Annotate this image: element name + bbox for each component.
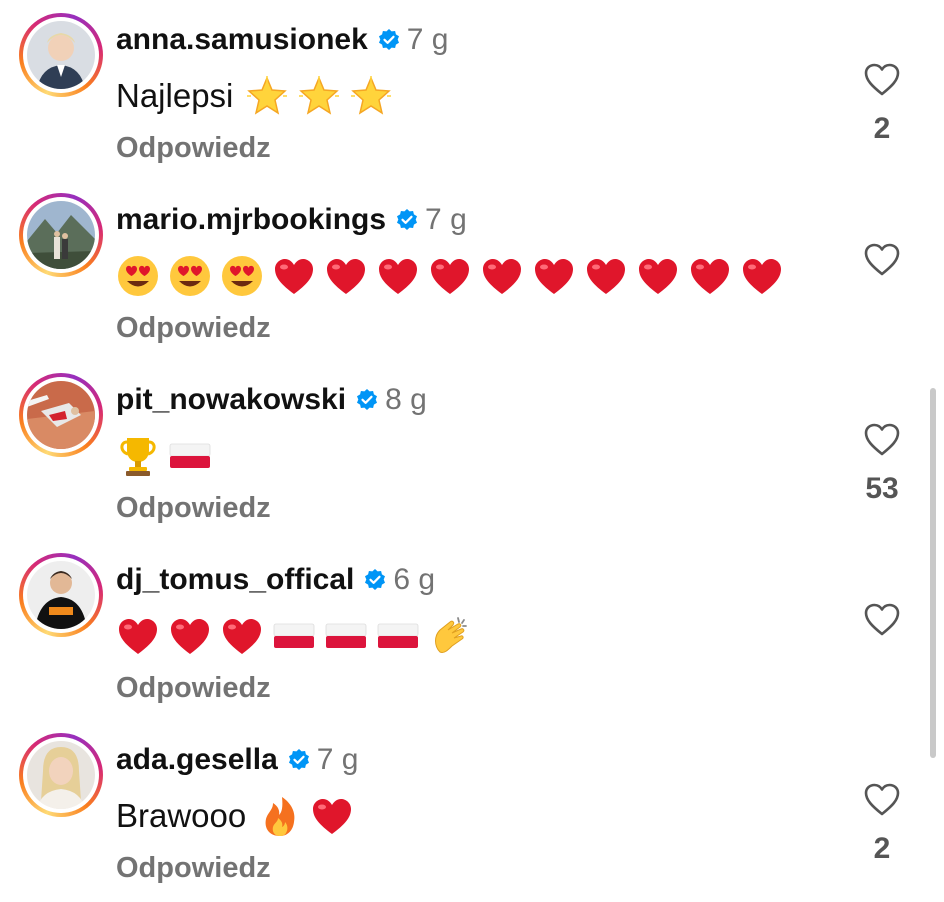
comment-body-text: Brawooo (116, 797, 247, 834)
reply-button[interactable]: Odpowiedz (116, 132, 271, 165)
heart-emoji-icon (379, 259, 417, 294)
verified-badge-icon (288, 749, 309, 770)
avatar[interactable] (19, 373, 103, 457)
heart-emoji-icon (587, 259, 625, 294)
comment-timestamp: 7 g (425, 203, 467, 236)
poland-flag-emoji-icon (377, 623, 419, 648)
reply-button[interactable]: Odpowiedz (116, 852, 271, 885)
comment-timestamp: 6 g (393, 563, 436, 596)
comment-text (116, 432, 220, 480)
heart-emoji-icon (691, 259, 729, 294)
avatar[interactable] (19, 193, 103, 277)
poland-flag-emoji-icon (273, 623, 315, 648)
heart-outline-icon[interactable] (862, 60, 902, 100)
comment-item: mario.mjrbookings 7 g Odpowiedz (0, 180, 944, 360)
comment-item: pit_nowakowski 8 g Odpowiedz 53 (0, 360, 944, 540)
comment-timestamp: 7 g (406, 23, 449, 56)
comment-text: Najlepsi (116, 72, 401, 120)
heart-outline-icon[interactable] (862, 240, 902, 280)
heart-emoji-icon (223, 619, 261, 654)
star-emoji-icon (299, 76, 340, 115)
verified-badge-icon (357, 389, 378, 410)
heart-emoji-icon (275, 259, 313, 294)
verified-badge-icon (365, 569, 386, 590)
poland-flag-emoji-icon (325, 623, 367, 648)
heart-outline-icon[interactable] (862, 780, 902, 820)
comment-text: Brawooo (116, 792, 362, 840)
like-count: 53 (865, 472, 899, 505)
poland-flag-emoji-icon (169, 443, 211, 468)
comment-item: dj_tomus_offical 6 g Odpowiedz (0, 540, 944, 720)
heart-emoji-icon (743, 259, 781, 294)
heart-emoji-icon (431, 259, 469, 294)
heart-emoji-icon (119, 619, 157, 654)
comment-username[interactable]: dj_tomus_offical (116, 563, 354, 597)
reply-button[interactable]: Odpowiedz (116, 492, 271, 525)
comment-body-text: Najlepsi (116, 77, 234, 114)
heart-emoji-icon (171, 619, 209, 654)
reply-button[interactable]: Odpowiedz (116, 672, 271, 705)
heart-eyes-emoji-icon (118, 256, 158, 296)
comment-username[interactable]: pit_nowakowski (116, 383, 346, 417)
fire-emoji-icon (265, 797, 295, 836)
heart-outline-icon[interactable] (862, 600, 902, 640)
clapping-hands-emoji-icon (435, 617, 467, 653)
comment-username[interactable]: mario.mjrbookings (116, 203, 386, 237)
heart-outline-icon[interactable] (862, 420, 902, 460)
comment-username[interactable]: ada.gesella (116, 743, 278, 777)
heart-emoji-icon (483, 259, 521, 294)
heart-emoji-icon (313, 799, 352, 834)
comment-username[interactable]: anna.samusionek (116, 23, 368, 57)
avatar[interactable] (19, 553, 103, 637)
heart-emoji-icon (639, 259, 677, 294)
heart-emoji-icon (535, 259, 573, 294)
comment-timestamp: 8 g (385, 383, 427, 416)
avatar[interactable] (19, 733, 103, 817)
reply-button[interactable]: Odpowiedz (116, 312, 271, 345)
verified-badge-icon (397, 209, 418, 230)
comment-timestamp: 7 g (316, 743, 359, 776)
star-emoji-icon (351, 76, 392, 115)
heart-eyes-emoji-icon (170, 256, 210, 296)
like-count: 2 (873, 112, 891, 145)
heart-eyes-emoji-icon (222, 256, 262, 296)
like-count: 2 (873, 832, 891, 865)
scrollbar[interactable] (930, 388, 936, 758)
avatar[interactable] (19, 13, 103, 97)
trophy-emoji-icon (120, 438, 156, 476)
heart-emoji-icon (327, 259, 365, 294)
comment-item: ada.gesella 7 g Brawooo Odpowiedz 2 (0, 720, 944, 900)
comment-item: anna.samusionek 7 g Najlepsi Odpowiedz 2 (0, 0, 944, 180)
comment-text (116, 612, 480, 660)
comment-text (116, 252, 792, 300)
verified-badge-icon (378, 29, 399, 50)
star-emoji-icon (247, 76, 288, 115)
